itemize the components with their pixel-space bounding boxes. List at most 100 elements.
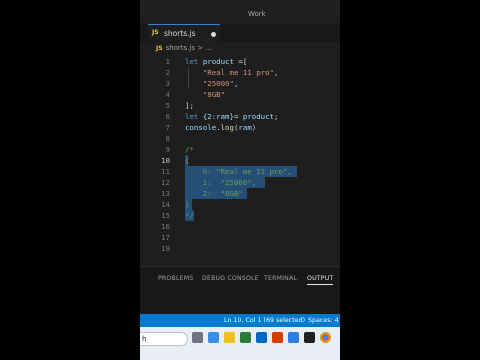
panel-tab-output[interactable]: OUTPUT [307,275,334,285]
code-line[interactable]: 3 "25000", [140,78,340,89]
code-token: /* [185,145,194,154]
editor-window: Work JS shorts.js JS shorts.js > ... 1 let… [140,0,340,360]
code-line[interactable]: 16 [140,221,340,232]
line-number: 18 [161,244,170,253]
code-text: ]; [185,100,194,111]
line-number: 8 [165,134,170,143]
code-text: console.log(ram) [185,122,256,133]
app-icon[interactable] [256,332,267,343]
panel-tab-terminal[interactable]: TERMINAL [264,275,297,282]
code-token: console [185,123,217,132]
tab-shorts-js[interactable]: JS shorts.js [148,24,220,42]
code-text: 2: "8GB" [185,188,243,199]
title-bar: Work [140,0,340,22]
code-token: ]; [185,101,194,110]
code-line[interactable]: 6 let {2:ram}= product; [140,111,340,122]
code-line[interactable]: 12 1: "25000", [140,177,340,188]
code-line[interactable]: 8 [140,133,340,144]
code-line[interactable]: 15 */ [140,210,340,221]
code-token: {2:ram} [202,112,234,121]
line-number: 4 [165,90,170,99]
breadcrumb-separator: > [197,44,204,52]
task-view-icon[interactable] [192,332,203,343]
app-icon[interactable] [288,332,299,343]
code-token: 0: "Real me 11 pro", [185,167,292,176]
code-text: { [185,155,189,166]
search-text: h [142,335,147,343]
code-text: let product =[ [185,56,247,67]
code-token: "8GB" [202,90,226,99]
code-token: =[ [238,57,248,66]
line-number: 1 [165,57,170,66]
code-line[interactable]: 1 let product =[ [140,56,340,67]
code-line[interactable]: 2 "Real me 11 pro", [140,67,340,78]
code-text: "Real me 11 pro", [185,67,279,78]
code-editor[interactable]: 1 let product =[2 "Real me 11 pro", 3 "250… [140,56,340,266]
code-token: } [185,200,190,209]
code-text: "8GB" [185,89,225,100]
line-number: 16 [161,222,170,231]
taskbar: h [140,327,340,360]
window-title: Work [248,10,266,18]
breadcrumb-more[interactable]: ... [205,44,212,52]
cursor-position[interactable]: Ln 10, Col 1 (69 selected) [224,317,305,324]
indentation-setting[interactable]: Spaces: 4 [308,317,339,324]
code-text: "25000", [185,78,239,89]
panel-tab-debug-console[interactable]: DEBUG CONSOLE [202,275,259,282]
app-icon[interactable] [208,332,219,343]
code-token: , [233,79,239,88]
line-number: 2 [165,68,170,77]
code-token: "25000" [202,79,234,88]
chrome-icon[interactable] [320,332,331,343]
line-number: 14 [161,200,170,209]
code-token: 2: "8GB" [185,189,243,198]
app-icon[interactable] [304,332,315,343]
code-text: /* [185,144,194,155]
line-number: 9 [165,145,170,154]
code-line[interactable]: 18 [140,243,340,254]
code-line[interactable]: 7 console.log(ram) [140,122,340,133]
code-token: ) [251,123,257,132]
code-token: , [274,68,279,77]
javascript-file-icon: JS [156,45,163,52]
line-number: 15 [161,211,170,220]
code-line[interactable]: 4 "8GB" [140,89,340,100]
code-token: */ [185,211,194,220]
line-number: 5 [165,101,170,110]
javascript-file-icon: JS [152,29,159,36]
app-icon[interactable] [272,332,283,343]
code-token: ram [238,123,252,132]
tab-label: shorts.js [164,29,196,38]
code-text: } [185,199,189,210]
panel-tab-problems[interactable]: PROBLEMS [158,275,193,282]
code-line[interactable]: 14} [140,199,340,210]
code-token: = [233,112,243,121]
code-line[interactable]: 5]; [140,100,340,111]
line-number: 11 [161,167,170,176]
code-line[interactable]: 17 [140,232,340,243]
code-token: let [185,112,203,121]
code-token: product [202,57,239,66]
app-icon[interactable] [240,332,251,343]
file-explorer-icon[interactable] [224,332,235,343]
code-token: 1: "25000", [185,178,257,187]
code-text: */ [185,210,194,221]
taskbar-search[interactable]: h [140,332,188,346]
code-token: product [242,112,275,121]
code-line[interactable]: 10 { [140,155,340,166]
bottom-panel: PROBLEMS DEBUG CONSOLE TERMINAL OUTPUT [140,266,340,315]
code-line[interactable]: 9 /* [140,144,340,155]
breadcrumb[interactable]: JS shorts.js > ... [156,44,212,56]
code-token: log [220,123,234,132]
code-text: 0: "Real me 11 pro", [185,166,292,177]
code-line[interactable]: 13 2: "8GB" [140,188,340,199]
code-token: "Real me 11 pro" [202,68,275,77]
code-token: ; [274,112,279,121]
breadcrumb-file[interactable]: shorts.js [166,44,195,52]
code-token: { [185,156,190,165]
code-line[interactable]: 11 0: "Real me 11 pro", [140,166,340,177]
unsaved-dot-icon[interactable] [211,32,216,37]
